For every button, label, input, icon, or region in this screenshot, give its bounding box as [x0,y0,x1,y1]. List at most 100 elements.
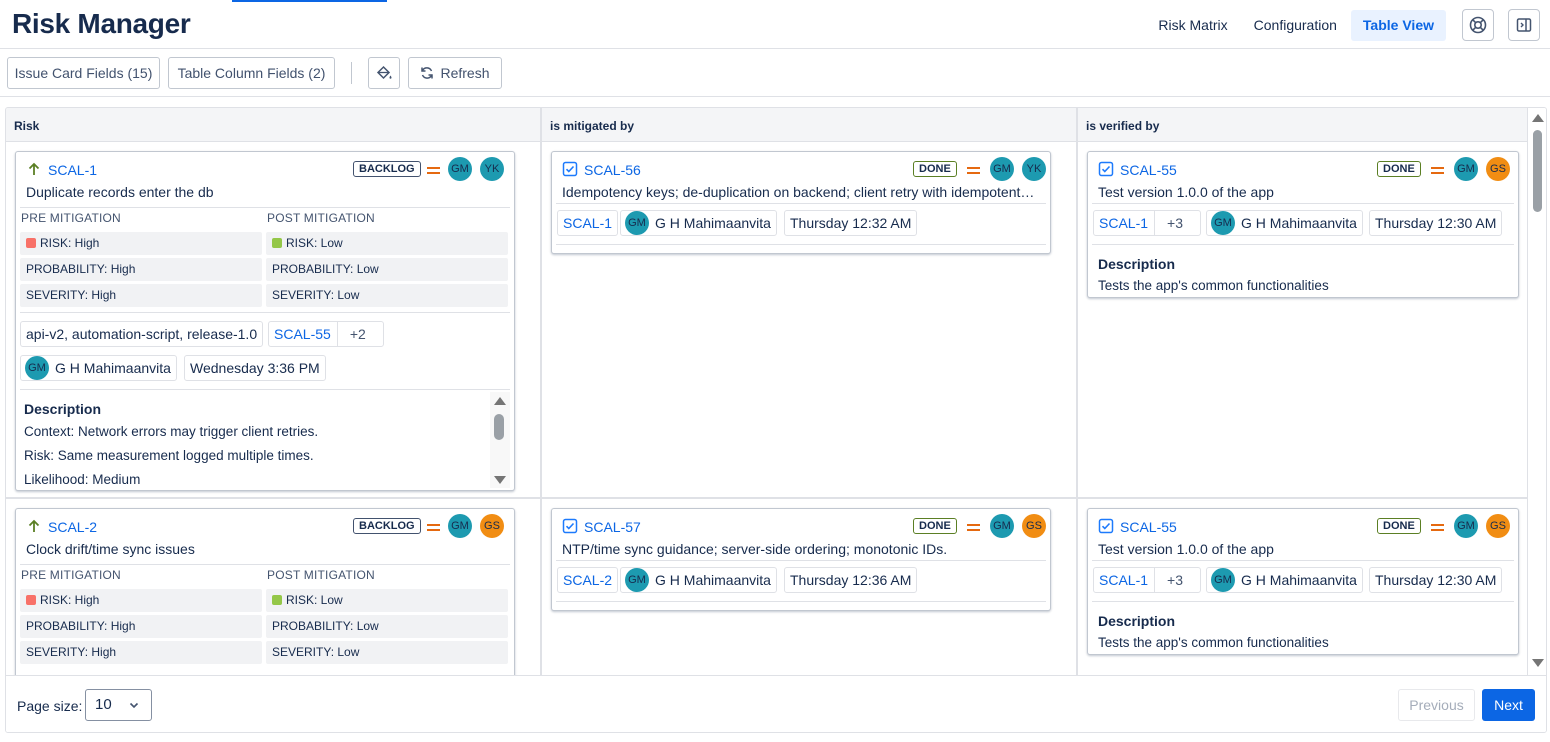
issue-key-link[interactable]: SCAL-1 [48,162,97,178]
next-button[interactable]: Next [1482,689,1535,721]
avatar[interactable]: GM [448,157,472,181]
paint-button[interactable] [368,57,400,89]
mitigation-card[interactable]: SCAL-56 DONE GM YK Idempotency keys; de-… [551,151,1051,254]
status-badge[interactable]: DONE [1377,161,1421,177]
table-column-fields-button[interactable]: Table Column Fields (2) [168,57,335,89]
assignee-name: G H Mahimaanvita [655,572,771,588]
description-scrollbar[interactable] [490,392,510,488]
row-divider [6,497,1527,499]
mitigation-card[interactable]: SCAL-57 DONE GM GS NTP/time sync guidanc… [551,508,1051,611]
pre-probability-field: PROBABILITY: High [20,615,262,638]
sidebar-panel-icon [1516,18,1532,32]
divider [1092,560,1514,561]
status-badge[interactable]: DONE [913,161,957,177]
avatar[interactable]: YK [1022,157,1046,181]
assignee-chip[interactable]: GM G H Mahimaanvita [20,355,177,381]
description-title: Description [1098,256,1176,272]
linked-issue-key[interactable]: SCAL-1 [1099,572,1148,588]
post-mitigation-label: POST MITIGATION [267,568,375,582]
labels-chip[interactable]: api-v2, automation-script, release-1.0 [20,321,264,347]
linked-issue-key[interactable]: SCAL-1 [1099,215,1148,231]
high-indicator [26,595,36,605]
column-header-mitigated[interactable]: is mitigated by [542,108,634,142]
risk-table: Risk is mitigated by is verified by SCAL… [5,107,1547,733]
assignee-chip[interactable]: GM G H Mahimaanvita [1206,210,1363,236]
toggle-panel-button[interactable] [1508,9,1540,41]
linked-issue-chip[interactable]: SCAL-1 +3 [1093,567,1201,593]
linked-issue-chip[interactable]: SCAL-1 +3 [1093,210,1201,236]
avatar[interactable]: GM [1454,157,1478,181]
status-badge[interactable]: DONE [913,518,957,534]
issue-key-link[interactable]: SCAL-56 [584,162,641,178]
page-size-value: 10 [95,696,112,713]
scroll-up-icon[interactable] [1532,114,1544,122]
linked-issue-chip[interactable]: SCAL-55 +2 [268,321,384,347]
risk-card[interactable]: SCAL-2 BACKLOG GM GS Clock drift/time sy… [15,508,515,698]
scroll-down-icon[interactable] [494,476,506,484]
nav-risk-matrix[interactable]: Risk Matrix [1146,10,1239,41]
avatar[interactable]: GM [448,514,472,538]
assignee-chip[interactable]: GM G H Mahimaanvita [620,567,777,593]
avatar[interactable]: GM [990,514,1014,538]
help-button[interactable] [1462,9,1494,41]
linked-issue-key[interactable]: SCAL-55 [274,326,331,342]
pre-mitigation-label: PRE MITIGATION [21,211,121,225]
nav-configuration[interactable]: Configuration [1242,10,1349,41]
previous-button[interactable]: Previous [1398,689,1475,721]
toolbar-divider [351,62,352,84]
assignee-name: G H Mahimaanvita [1241,215,1357,231]
status-badge[interactable]: BACKLOG [353,518,421,534]
low-indicator [272,595,282,605]
avatar[interactable]: GS [480,514,504,538]
chevron-down-icon [129,702,139,709]
updated-chip: Thursday 12:30 AM [1369,567,1503,593]
verification-card[interactable]: SCAL-55 DONE GM GS Test version 1.0.0 of… [1087,151,1519,298]
linked-more-count[interactable]: +3 [1154,568,1195,592]
linked-more-count[interactable]: +2 [336,322,378,346]
avatar[interactable]: GM [1454,514,1478,538]
scroll-up-icon[interactable] [494,397,506,405]
page-size-select[interactable]: 10 [85,689,152,721]
column-header-verified[interactable]: is verified by [1078,108,1159,142]
pre-risk-field: RISK: High [20,589,262,612]
risk-card[interactable]: SCAL-1 BACKLOG GM YK Duplicate records e… [15,151,515,491]
issue-summary: Clock drift/time sync issues [26,541,195,557]
status-badge[interactable]: BACKLOG [353,161,421,177]
high-indicator [26,238,36,248]
avatar[interactable]: YK [480,157,504,181]
priority-medium-icon [967,524,980,532]
status-badge[interactable]: DONE [1377,518,1421,534]
avatar[interactable]: GS [1486,514,1510,538]
scroll-down-icon[interactable] [1532,659,1544,667]
top-nav: Risk Matrix Configuration Table View [1144,9,1550,41]
avatar[interactable]: GS [1486,157,1510,181]
issue-card-fields-button[interactable]: Issue Card Fields (15) [7,57,160,89]
divider [1092,601,1514,602]
assignee-chip[interactable]: GM G H Mahimaanvita [1206,567,1363,593]
issue-key-link[interactable]: SCAL-55 [1120,162,1177,178]
linked-more-count[interactable]: +3 [1154,211,1195,235]
description-text: Tests the app's common functionalities [1098,278,1329,293]
issue-key-link[interactable]: SCAL-55 [1120,519,1177,535]
avatar[interactable]: GM [990,157,1014,181]
issue-key-link[interactable]: SCAL-57 [584,519,641,535]
post-probability-field: PROBABILITY: Low [266,258,508,281]
linked-issue-chip[interactable]: SCAL-2 [557,567,619,593]
assignee-chip[interactable]: GM G H Mahimaanvita [620,210,777,236]
description-title: Description [24,401,102,417]
table-scrollbar[interactable] [1527,108,1546,675]
avatar[interactable]: GS [1022,514,1046,538]
pre-risk-value: RISK: High [40,236,100,250]
assignee-name: G H Mahimaanvita [55,360,171,376]
linked-issue-chip[interactable]: SCAL-1 [557,210,619,236]
column-header-risk[interactable]: Risk [6,108,39,142]
post-risk-value: RISK: Low [286,236,343,250]
scroll-thumb[interactable] [1533,130,1542,212]
scroll-thumb[interactable] [494,414,504,440]
refresh-button[interactable]: Refresh [408,57,502,89]
verification-card[interactable]: SCAL-55 DONE GM GS Test version 1.0.0 of… [1087,508,1519,655]
avatar: GM [1211,568,1235,592]
nav-table-view[interactable]: Table View [1350,9,1446,41]
issue-key-link[interactable]: SCAL-2 [48,519,97,535]
post-risk-field: RISK: Low [266,232,508,255]
